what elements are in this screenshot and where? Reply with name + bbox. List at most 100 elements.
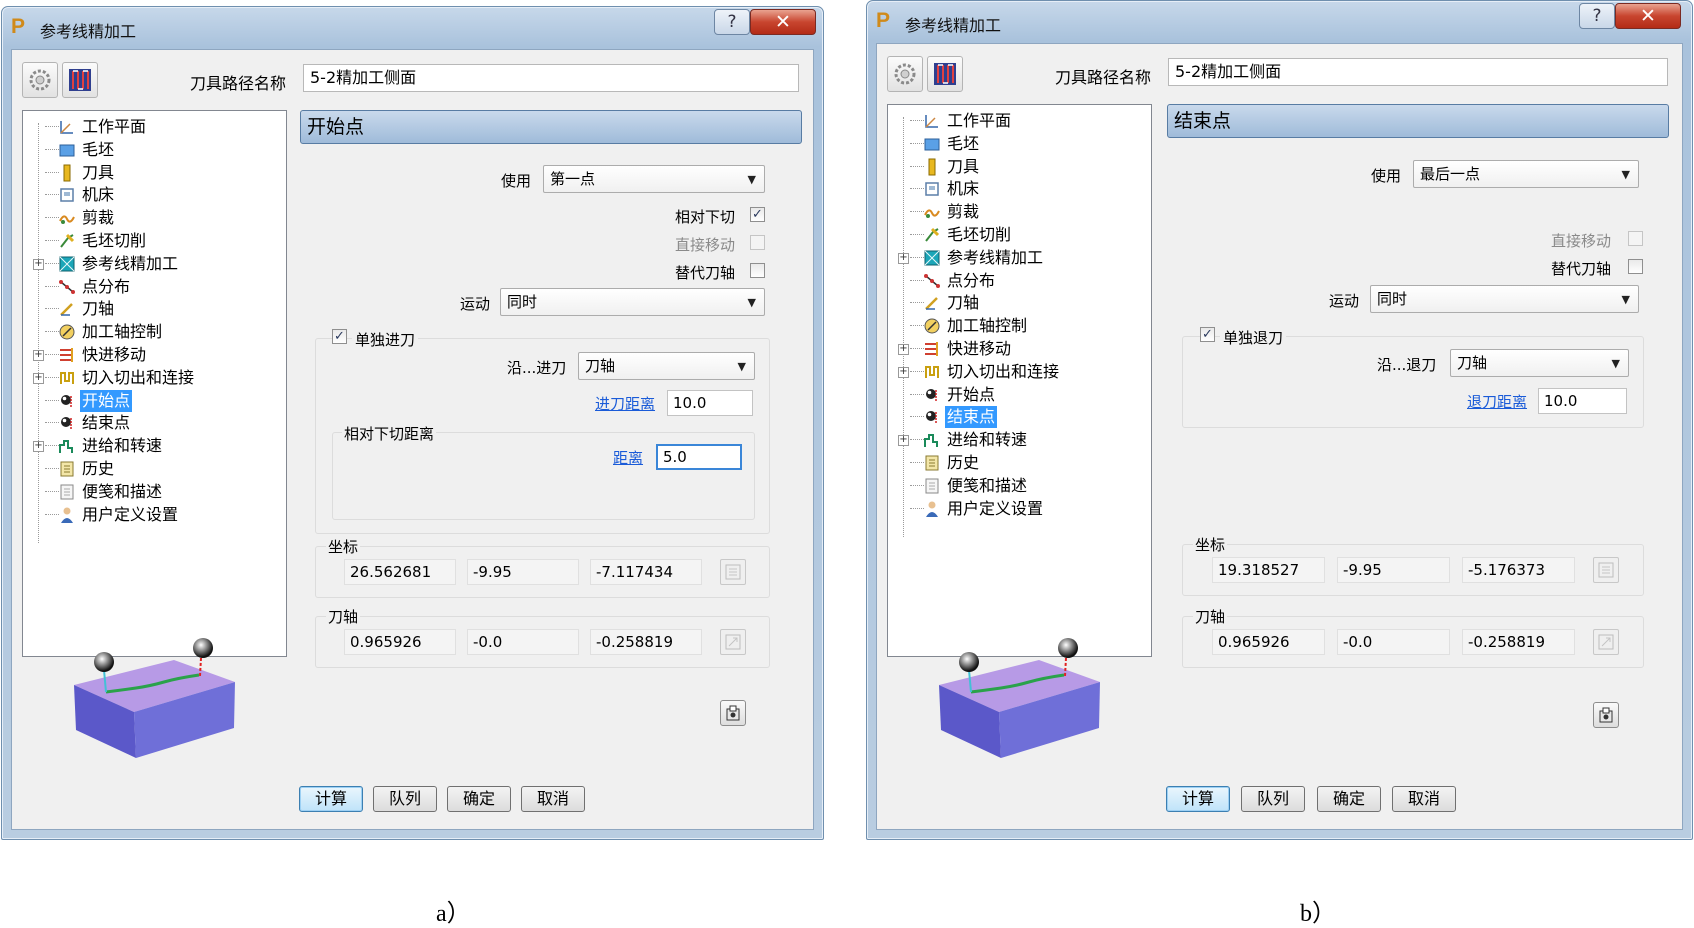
calculate-button[interactable]: 计算 <box>1166 786 1230 812</box>
motion-select[interactable]: 同时 ▼ <box>1370 285 1639 313</box>
close-button[interactable]: ✕ <box>1615 3 1681 29</box>
tree-branch-line <box>45 285 59 287</box>
expand-icon[interactable]: + <box>898 435 909 447</box>
coord-x-input[interactable]: 26.562681 <box>344 559 456 585</box>
use-select[interactable]: 最后一点 ▼ <box>1413 160 1639 188</box>
start-tool-ball <box>959 652 979 672</box>
expand-icon[interactable]: + <box>898 366 909 378</box>
leads-links-icon <box>925 365 939 378</box>
coordinates-editor-button[interactable] <box>720 559 746 585</box>
expand-icon[interactable]: + <box>33 258 44 270</box>
expand-icon[interactable]: + <box>33 441 44 453</box>
plunge-distance-link[interactable]: 距离 <box>613 447 643 468</box>
along-select[interactable]: 刀轴 ▼ <box>578 352 755 380</box>
separate-retract-label: 单独退刀 <box>1220 327 1287 348</box>
retract-distance-input[interactable]: 10.0 <box>1538 388 1627 414</box>
tree-branch-line <box>45 513 59 515</box>
expand-icon[interactable]: + <box>33 372 44 384</box>
axis-editor-button[interactable] <box>720 629 746 655</box>
coordinates-editor-button[interactable] <box>1593 557 1619 583</box>
expand-icon[interactable]: + <box>898 344 909 355</box>
cancel-button[interactable]: 取消 <box>1392 786 1456 812</box>
axis-editor-button[interactable] <box>1593 629 1619 655</box>
tree-item-label: 切入切出和连接 <box>947 361 1060 381</box>
strategy-selector-button[interactable] <box>22 62 58 98</box>
coord-y-input[interactable]: -9.95 <box>1337 557 1450 583</box>
toolpath-name-input[interactable]: 5-2精加工侧面 <box>303 64 799 92</box>
use-select[interactable]: 第一点 ▼ <box>543 165 765 193</box>
queue-button[interactable]: 队列 <box>1241 786 1305 812</box>
cancel-button[interactable]: 取消 <box>521 786 585 812</box>
axis-i-input[interactable]: 0.965926 <box>344 629 456 655</box>
help-button[interactable]: ? <box>714 9 750 35</box>
tree-branch-line <box>45 445 59 447</box>
motion-select[interactable]: 同时 ▼ <box>500 288 765 316</box>
caption-a: a） <box>436 901 471 927</box>
toolpath-pattern-button[interactable] <box>927 56 963 92</box>
queue-button[interactable]: 队列 <box>373 786 437 812</box>
axis-k-input[interactable]: -0.258819 <box>590 629 702 655</box>
axis-k-input[interactable]: -0.258819 <box>1462 629 1575 655</box>
calculate-button[interactable]: 计算 <box>299 786 363 812</box>
expand-icon[interactable]: + <box>898 252 909 264</box>
separate-retract-checkbox[interactable]: ✓ <box>1200 327 1215 342</box>
gear-icon <box>894 63 916 85</box>
axis-j-input[interactable]: -0.0 <box>1337 629 1450 655</box>
tool-icon <box>63 164 71 182</box>
plunge-distance-input[interactable]: 5.0 <box>656 444 742 470</box>
block-icon <box>924 138 940 151</box>
along-select[interactable]: 刀轴 ▼ <box>1450 349 1629 377</box>
tree-item-label: 参考线精加工 <box>947 247 1044 267</box>
ok-button[interactable]: 确定 <box>447 786 511 812</box>
coord-z-input[interactable]: -7.117434 <box>590 559 702 585</box>
toolpath-name-input[interactable]: 5-2精加工侧面 <box>1168 58 1668 86</box>
relative-plunge-checkbox[interactable]: ✓ <box>750 207 765 222</box>
coord-y-input[interactable]: -9.95 <box>467 559 579 585</box>
clipboard-icon <box>1599 707 1613 723</box>
help-button[interactable]: ? <box>1579 3 1615 29</box>
toolpath-name-label: 刀具路径名称 <box>1055 68 1152 87</box>
strategy-tree[interactable]: 工作平面 毛坯 刀具 机床 剪裁 毛坯切削 + 参考线精加工 点分布 刀轴 加工轴控制 + 快进移动 + 切… <box>22 110 287 657</box>
title-bar[interactable]: P 参考线精加工 ? ✕ <box>867 1 1692 41</box>
start-point-icon <box>61 394 72 408</box>
axis-j-input[interactable]: -0.0 <box>467 629 579 655</box>
direct-move-label: 直接移动 <box>675 236 736 254</box>
start-tool-ball <box>94 652 114 672</box>
strategy-tree[interactable]: 工作平面 毛坯 刀具 机床 剪裁 毛坯切削 + 参考线精加工 点分布 刀轴 加工轴控制 + 快进移动 + 切… <box>887 104 1152 657</box>
ok-button[interactable]: 确定 <box>1317 786 1381 812</box>
alt-tool-axis-checkbox[interactable] <box>750 263 765 278</box>
approach-distance-link[interactable]: 进刀距离 <box>595 393 655 414</box>
workplane-icon <box>60 121 73 134</box>
end-tool-ball <box>193 638 213 658</box>
alt-tool-axis-checkbox[interactable] <box>1628 259 1643 274</box>
tool-axis-label: 刀轴 <box>326 606 361 627</box>
machine-icon <box>60 188 74 203</box>
title-bar[interactable]: P 参考线精加工 ? ✕ <box>2 7 823 47</box>
tree-item-label: 剪裁 <box>82 208 115 228</box>
section-header: 结束点 <box>1167 104 1669 138</box>
save-defaults-button[interactable] <box>1593 702 1619 728</box>
tree-branch-line <box>910 256 924 258</box>
close-button[interactable]: ✕ <box>750 9 816 35</box>
tree-branch-line <box>910 370 924 372</box>
tree-item-label: 便笺和描述 <box>82 481 163 501</box>
along-label: 沿...进刀 <box>507 359 567 377</box>
toolpath-pattern-button[interactable] <box>62 62 98 98</box>
save-defaults-button[interactable] <box>720 700 746 726</box>
tree-branch-line <box>910 188 924 190</box>
approach-distance-input[interactable]: 10.0 <box>667 390 753 416</box>
strategy-preview-image <box>74 638 235 758</box>
separate-approach-checkbox[interactable]: ✓ <box>332 329 347 344</box>
axis-i-input[interactable]: 0.965926 <box>1212 629 1325 655</box>
retract-distance-link[interactable]: 退刀距离 <box>1467 391 1527 412</box>
coord-z-input[interactable]: -5.176373 <box>1462 557 1575 583</box>
dialog-b: P 参考线精加工 ? ✕ 刀具路径名称 5-2精加工侧面 工作平面 毛坯 刀具 机床剪… <box>866 0 1693 840</box>
expand-icon[interactable]: + <box>33 350 44 361</box>
tree-branch-line <box>910 211 924 213</box>
history-icon <box>925 455 939 471</box>
coord-x-input[interactable]: 19.318527 <box>1212 557 1325 583</box>
direct-move-checkbox[interactable] <box>1628 231 1643 246</box>
strategy-selector-button[interactable] <box>887 56 923 92</box>
direct-move-checkbox[interactable] <box>750 235 765 250</box>
along-label: 沿...退刀 <box>1377 356 1437 374</box>
